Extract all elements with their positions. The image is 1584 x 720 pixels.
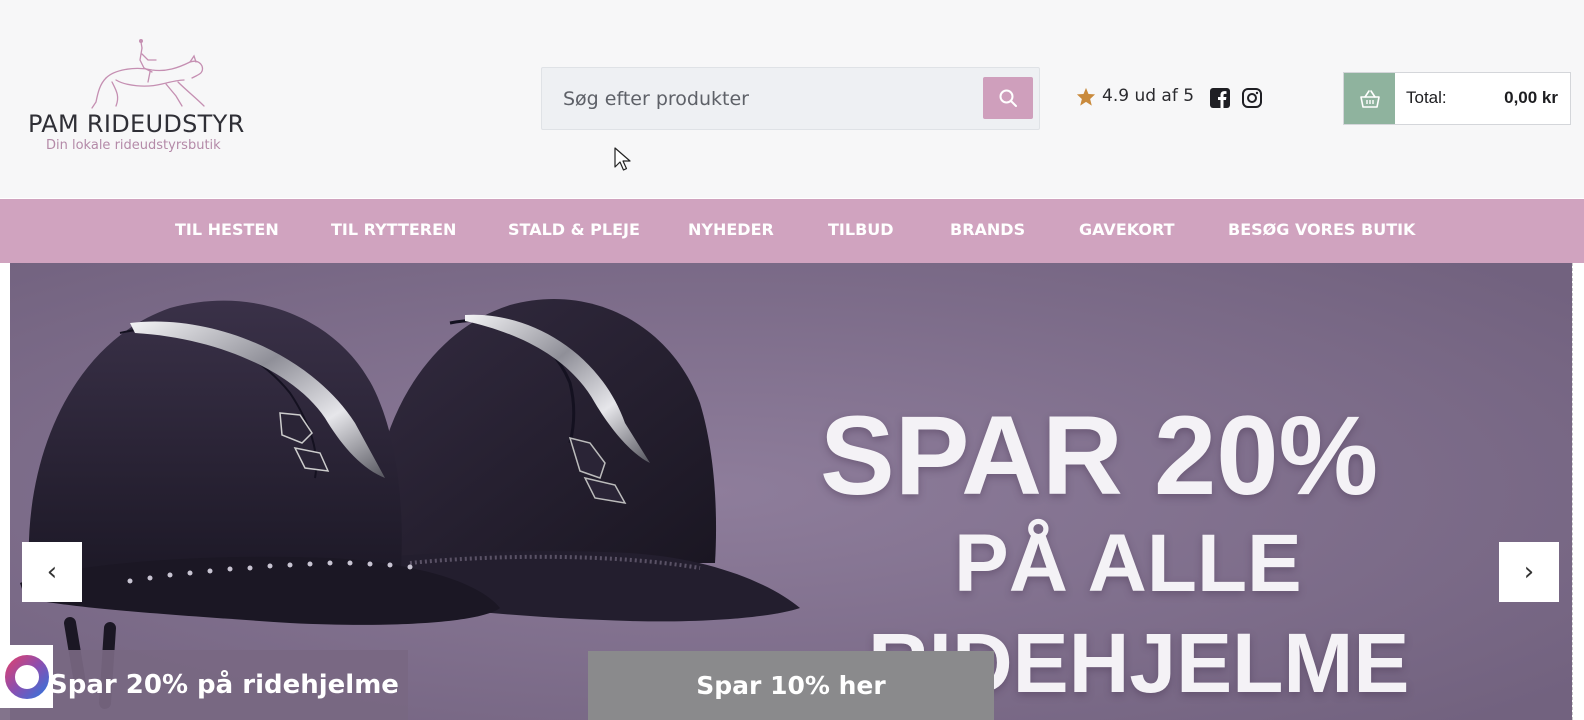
store-rating[interactable]: 4.9 ud af 5	[1076, 86, 1194, 106]
chevron-right-icon: ›	[1523, 557, 1535, 587]
cart-icon-box	[1344, 73, 1395, 124]
cookie-consent-button[interactable]	[0, 645, 53, 708]
facebook-link[interactable]	[1209, 87, 1231, 109]
brand-name: PAM RIDEUDSTYR	[28, 110, 245, 138]
slider-next-button[interactable]: ›	[1499, 542, 1559, 602]
instagram-icon	[1242, 88, 1262, 108]
mouse-cursor-icon	[614, 147, 631, 171]
promo-left-text: Spar 20% på ridehjelme	[49, 670, 399, 700]
hero-headline-2: PÅ ALLE	[954, 518, 1302, 609]
brand-logo[interactable]: PAM RIDEUDSTYR Din lokale rideudstyrsbut…	[26, 38, 258, 158]
nav-item-til-hesten[interactable]: TIL HESTEN	[175, 220, 279, 239]
main-navigation: TIL HESTEN TIL RYTTEREN STALD & PLEJE NY…	[0, 199, 1584, 263]
cart-label: Total:	[1406, 88, 1447, 107]
nav-item-tilbud[interactable]: TILBUD	[828, 220, 894, 239]
brand-tagline: Din lokale rideudstyrsbutik	[46, 138, 221, 153]
promo-banner-center[interactable]: Spar 10% her	[588, 651, 994, 720]
nav-item-til-rytteren[interactable]: TIL RYTTEREN	[331, 220, 456, 239]
cookie-consent-icon	[4, 654, 49, 699]
facebook-icon	[1210, 88, 1230, 108]
nav-item-gavekort[interactable]: GAVEKORT	[1079, 220, 1175, 239]
slider-prev-button[interactable]: ‹	[22, 542, 82, 602]
basket-icon	[1359, 89, 1380, 108]
hero-headline-1: SPAR 20%	[820, 393, 1379, 518]
site-header: PAM RIDEUDSTYR Din lokale rideudstyrsbut…	[0, 0, 1584, 198]
nav-item-besog-vores-butik[interactable]: BESØG VORES BUTIK	[1228, 220, 1415, 239]
page-edge	[1572, 263, 1584, 720]
promo-banner-left[interactable]: Spar 20% på ridehjelme	[0, 650, 408, 720]
nav-item-stald-pleje[interactable]: STALD & PLEJE	[508, 220, 640, 239]
nav-item-brands[interactable]: BRANDS	[950, 220, 1025, 239]
rating-text: 4.9 ud af 5	[1102, 86, 1195, 106]
cart-total: 0,00 kr	[1504, 88, 1558, 107]
cart-summary[interactable]: Total: 0,00 kr	[1343, 72, 1571, 125]
star-icon	[1076, 87, 1096, 106]
search-input[interactable]	[542, 68, 972, 129]
promo-center-text: Spar 10% her	[696, 671, 886, 700]
instagram-link[interactable]	[1241, 87, 1263, 109]
search-button[interactable]	[983, 77, 1033, 119]
nav-item-nyheder[interactable]: NYHEDER	[688, 220, 774, 239]
search-icon	[999, 89, 1017, 107]
horse-rider-logo-icon	[91, 39, 205, 109]
chevron-left-icon: ‹	[46, 557, 58, 587]
search-bar	[541, 67, 1040, 130]
